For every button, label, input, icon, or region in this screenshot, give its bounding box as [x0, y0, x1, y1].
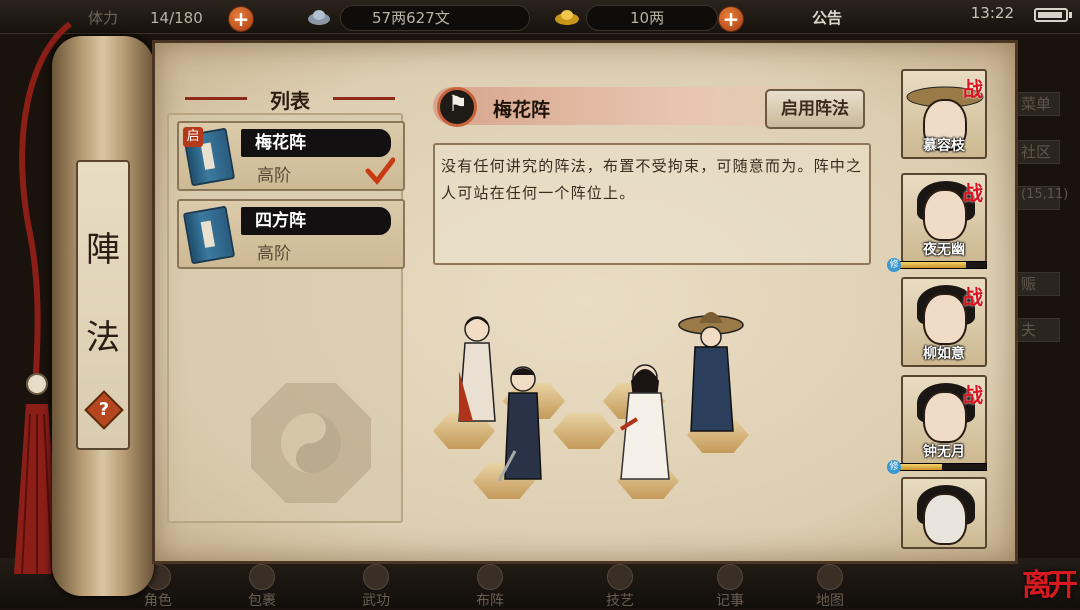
bottom-nav-label: 技艺 [606, 593, 634, 609]
formation-name: 梅花阵 [241, 129, 391, 157]
hero-roster: 战 慕容枝 战 夜无幽 修 战 柳如意 战 钟无月 修 [887, 69, 993, 549]
formation-description: 没有任何讲究的阵法，布置不受拘束，可随意而为。阵中之人可站在任何一个阵位上。 [433, 143, 871, 265]
formation-list-item-meihua[interactable]: 启 梅花阵 高阶 [177, 121, 405, 191]
cultivate-tag: 修 [887, 460, 901, 474]
list-header: 列表 [185, 85, 395, 113]
in-battle-mark: 战 [963, 181, 983, 205]
bottom-nav-label: 布阵 [476, 593, 504, 609]
formation-slot[interactable] [553, 413, 615, 449]
scroll-title-top: 陣 [86, 230, 120, 270]
top-status-bar: 体力 14/180 + 57两627文 10两 + 公告 13:22 [0, 0, 1080, 34]
in-battle-mark: 战 [963, 285, 983, 309]
in-battle-mark: 战 [963, 77, 983, 101]
hero-card[interactable]: 战 夜无幽 [901, 173, 987, 263]
character-sprite[interactable] [495, 361, 551, 489]
hero-card[interactable]: 战 慕容枝 [901, 69, 987, 159]
hero-name: 钟无月 [923, 444, 965, 460]
add-stamina-button[interactable]: + [228, 6, 254, 32]
hero-name: 慕容枝 [923, 138, 965, 154]
journal-icon [717, 564, 743, 590]
check-icon [365, 157, 395, 185]
in-battle-mark: 战 [963, 383, 983, 407]
book-icon [182, 205, 236, 265]
bottom-nav-item[interactable]: 武功 [346, 564, 406, 609]
hero-name: 柳如意 [923, 346, 965, 362]
bottom-nav-label: 记事 [716, 593, 744, 609]
side-menu-item[interactable]: 菜单 [1016, 92, 1060, 116]
formation-title: 梅花阵 [493, 99, 551, 121]
bottom-nav-label: 包裹 [248, 593, 276, 609]
gold-value: 10两 [630, 9, 665, 27]
cultivate-progress [893, 463, 987, 471]
cultivate-progress [893, 261, 987, 269]
character-sprite[interactable] [617, 359, 673, 487]
bottom-nav-label: 地图 [816, 593, 844, 609]
hero-portrait-masked [923, 493, 967, 545]
enable-formation-button[interactable]: 启用阵法 [765, 89, 865, 129]
silver-value: 57两627文 [372, 9, 450, 27]
silver-icon [308, 10, 330, 25]
map-icon [817, 564, 843, 590]
scroll-title-bottom: 法 [86, 318, 120, 358]
bottom-nav-item[interactable]: 布阵 [460, 564, 520, 609]
bottom-nav-label: 角色 [144, 593, 172, 609]
character-sprite[interactable] [677, 307, 747, 437]
bottom-nav-label: 武功 [362, 593, 390, 609]
formation-name: 四方阵 [241, 207, 391, 235]
formation-list-item-sifang[interactable]: 四方阵 高阶 [177, 199, 405, 269]
cultivate-tag: 修 [887, 258, 901, 272]
stamina-value: 14/180 [150, 9, 203, 27]
hero-portrait [923, 293, 967, 345]
side-menu-item[interactable]: 社区 [1016, 140, 1060, 164]
bottom-nav-item[interactable]: 技艺 [590, 564, 650, 609]
battery-icon [1034, 8, 1072, 22]
hero-portrait [923, 189, 967, 241]
hero-name: 夜无幽 [923, 242, 965, 258]
bag-icon [249, 564, 275, 590]
hero-card[interactable]: 战 钟无月 [901, 375, 987, 465]
formation-icon [477, 564, 503, 590]
help-icon: ? [98, 399, 110, 420]
skill-icon [607, 564, 633, 590]
side-menu-item[interactable]: 夫 [1016, 318, 1060, 342]
leave-button[interactable]: 离开 [1022, 560, 1078, 604]
hero-card[interactable]: 战 柳如意 [901, 277, 987, 367]
bottom-nav: 角色 包裹 武功 布阵 技艺 记事 地图 [0, 558, 1080, 609]
formation-panel: 列表 启 梅花阵 高阶 四方阵 高阶 梅花阵 启用阵法 没有任何讲究的阵法，布置… [152, 40, 1018, 564]
gold-ingot-icon [555, 10, 579, 25]
notice-button[interactable]: 公告 [812, 6, 842, 30]
hero-portrait [923, 391, 967, 443]
side-menu-item[interactable]: 赈 [1016, 272, 1060, 296]
bottom-nav-item[interactable]: 地图 [800, 564, 860, 609]
formation-flag-icon [437, 87, 477, 127]
stamina-label: 体力 [88, 9, 119, 27]
formation-rank: 高阶 [257, 166, 291, 186]
hero-card[interactable] [901, 477, 987, 549]
bagua-icon [251, 383, 371, 503]
clock: 13:22 [970, 4, 1014, 22]
martial-icon [363, 564, 389, 590]
add-gold-button[interactable]: + [718, 6, 744, 32]
bottom-nav-item[interactable]: 包裹 [232, 564, 292, 609]
active-badge: 启 [183, 127, 203, 147]
side-menu-coords: (15,11) [1016, 186, 1068, 210]
formation-rank: 高阶 [257, 244, 291, 264]
bottom-nav-item[interactable]: 记事 [700, 564, 760, 609]
